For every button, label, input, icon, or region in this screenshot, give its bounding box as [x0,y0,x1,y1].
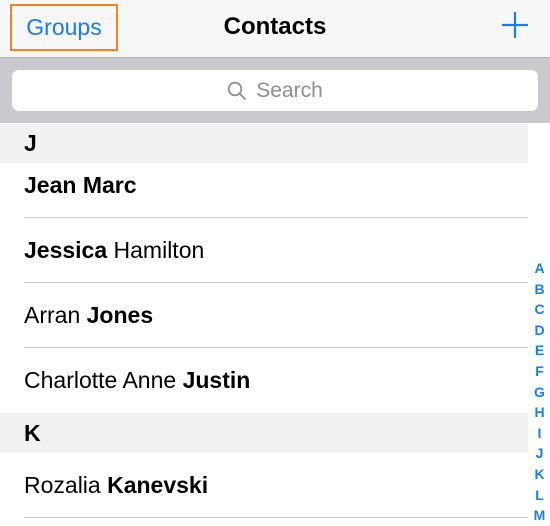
index-letter[interactable]: F [535,361,544,382]
search-bar: Search [0,58,550,123]
index-letter[interactable]: H [534,402,544,423]
groups-button[interactable]: Groups [10,4,118,51]
plus-icon [502,12,528,38]
contact-first-name: Arran [24,302,87,328]
contact-last-name: Jones [86,302,154,328]
contact-first-name: Charlotte Anne [24,367,183,393]
contact-row[interactable]: Jean Marc [0,153,528,218]
index-letter[interactable]: A [534,258,544,279]
index-letter[interactable]: B [534,279,544,300]
section-index[interactable]: A B C D E F G H I J K L M [529,258,550,526]
contact-row[interactable]: Charlotte Anne Justin [0,348,528,413]
section-header-k: K [0,413,528,453]
contact-name-bold: Jean Marc [24,172,137,198]
contact-last-name: Hamilton [107,237,205,263]
search-icon [228,81,247,100]
index-letter[interactable]: J [536,443,544,464]
contact-last-name: Justin [182,367,251,393]
index-letter[interactable]: D [534,320,544,341]
contact-row[interactable]: Jessica Hamilton [0,218,528,283]
navigation-bar: Groups Contacts [0,0,550,58]
search-input[interactable]: Search [12,70,538,111]
contact-last-name: Kanevski [107,472,209,498]
index-letter[interactable]: M [534,505,546,526]
index-letter[interactable]: G [534,382,545,403]
contact-first-name: Rozalia [24,472,108,498]
contact-row[interactable]: Arran Jones [0,283,528,348]
row-separator [24,517,528,518]
index-letter[interactable]: K [534,464,544,485]
search-placeholder: Search [256,78,323,102]
add-contact-button[interactable] [500,10,530,40]
index-letter[interactable]: C [534,299,544,320]
contact-first-name: Jessica [24,237,108,263]
index-letter[interactable]: E [535,340,544,361]
index-letter[interactable]: I [538,423,542,444]
index-letter[interactable]: L [535,485,544,506]
contact-row[interactable]: Rozalia Kanevski [0,453,528,518]
